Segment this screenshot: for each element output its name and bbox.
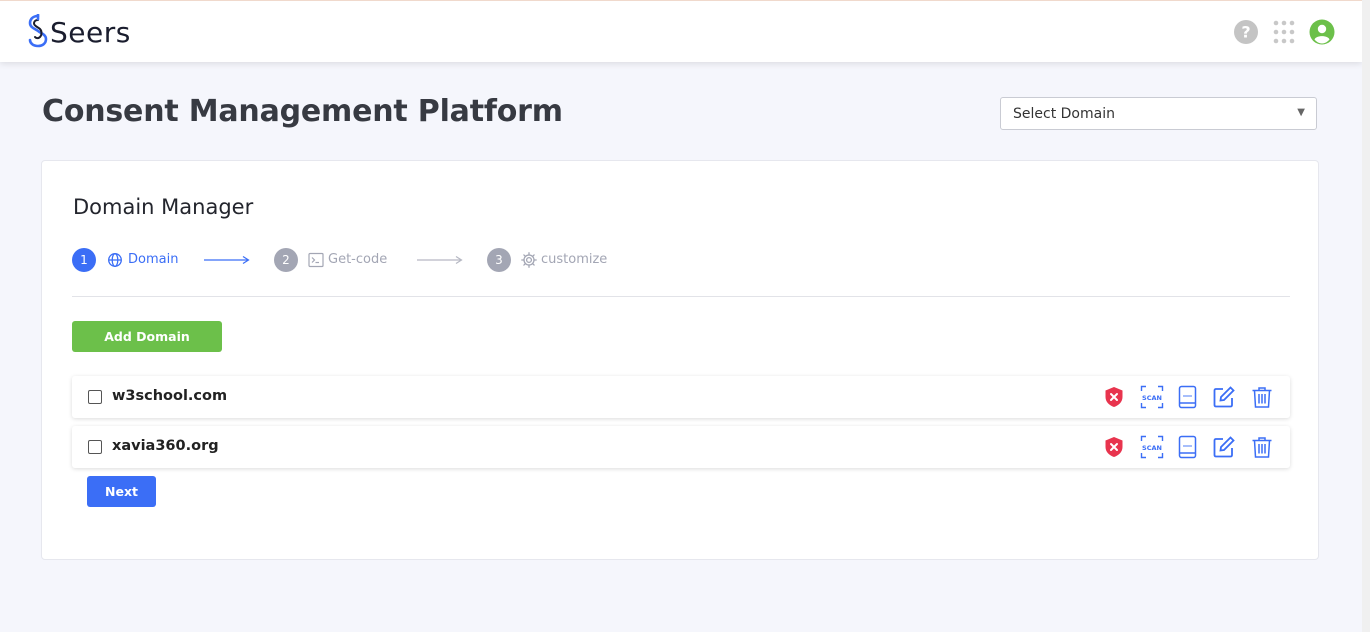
svg-text:SCAN: SCAN	[1142, 394, 1162, 402]
page-title: Consent Management Platform	[42, 94, 563, 129]
gear-icon	[521, 252, 537, 268]
shield-x-icon[interactable]	[1102, 385, 1126, 409]
brand-logo[interactable]: Seers	[28, 12, 131, 52]
chevron-down-icon: ▼	[1297, 107, 1305, 118]
step-3-label[interactable]: customize	[541, 252, 607, 268]
step-1-number[interactable]: 1	[72, 248, 96, 272]
step-3-number[interactable]: 3	[487, 248, 511, 272]
terminal-icon	[308, 252, 324, 268]
apps-grid-icon[interactable]	[1271, 19, 1297, 45]
stepper: 1 Domain 2 Get-code 3 customize	[72, 248, 672, 272]
svg-text:?: ?	[1241, 23, 1250, 42]
divider	[72, 296, 1290, 297]
user-account-icon[interactable]	[1309, 19, 1335, 45]
globe-icon	[107, 252, 123, 268]
domain-manager-card: Domain Manager 1 Domain 2 Get-code 3 cus…	[41, 160, 1319, 560]
seers-logo-icon	[28, 12, 48, 52]
step-2-number[interactable]: 2	[274, 248, 298, 272]
step-1-label[interactable]: Domain	[128, 252, 178, 268]
trash-icon[interactable]	[1250, 385, 1274, 409]
page-scrollbar[interactable]	[1362, 0, 1370, 632]
domain-select-dropdown[interactable]: Select Domain ▼	[1000, 97, 1317, 130]
scan-icon[interactable]: SCAN	[1140, 435, 1164, 459]
brand-name: Seers	[50, 16, 131, 49]
next-button[interactable]: Next	[87, 476, 156, 507]
step-arrow-1-icon	[204, 255, 250, 265]
top-navbar: Seers ?	[0, 0, 1362, 62]
add-domain-button[interactable]: Add Domain	[72, 321, 222, 352]
help-icon[interactable]: ?	[1233, 19, 1259, 45]
report-icon[interactable]	[1176, 435, 1200, 459]
shield-x-icon[interactable]	[1102, 435, 1126, 459]
edit-icon[interactable]	[1212, 385, 1236, 409]
domain-name: w3school.com	[112, 388, 228, 404]
scan-icon[interactable]: SCAN	[1140, 385, 1164, 409]
domain-checkbox[interactable]	[88, 390, 102, 404]
step-2-label[interactable]: Get-code	[328, 252, 387, 268]
edit-icon[interactable]	[1212, 435, 1236, 459]
domain-row: xavia360.org SCAN	[72, 426, 1290, 468]
card-title: Domain Manager	[73, 195, 254, 219]
domain-row: w3school.com SCAN	[72, 376, 1290, 418]
trash-icon[interactable]	[1250, 435, 1274, 459]
report-icon[interactable]	[1176, 385, 1200, 409]
domain-name: xavia360.org	[112, 438, 219, 454]
svg-text:SCAN: SCAN	[1142, 444, 1162, 452]
domain-checkbox[interactable]	[88, 440, 102, 454]
domain-select-value: Select Domain	[1013, 105, 1115, 122]
step-arrow-2-icon	[417, 255, 463, 265]
